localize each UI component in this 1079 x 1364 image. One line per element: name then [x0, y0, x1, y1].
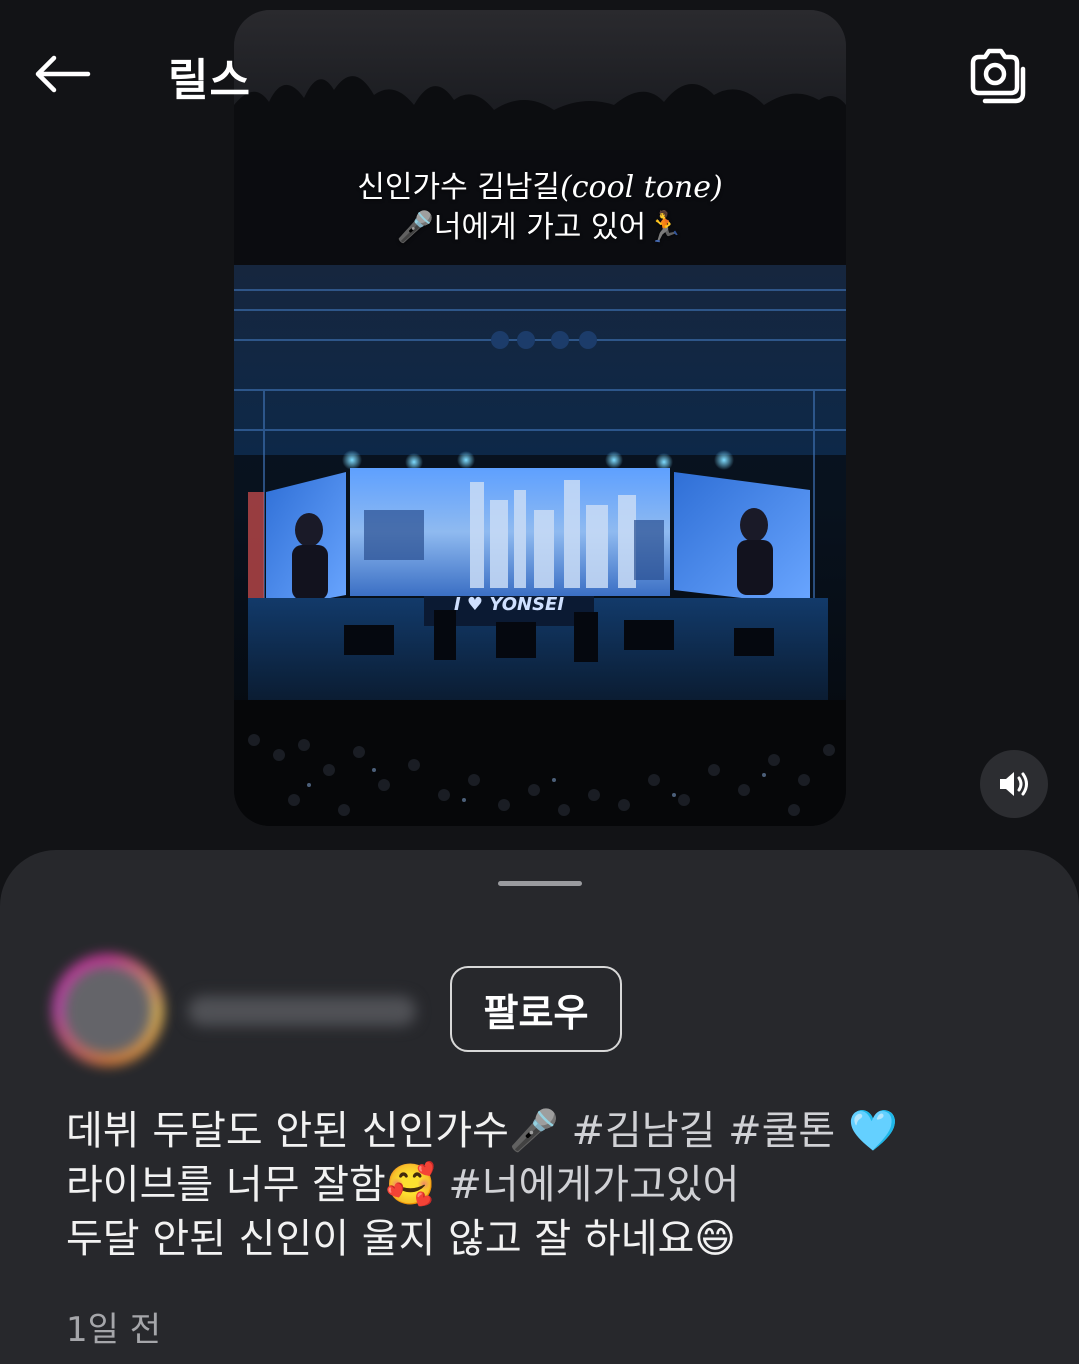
- reel-video[interactable]: I ♥ YONSEI 신인가수 김남길(cool tone) 🎤너에게 가고 있…: [234, 10, 846, 826]
- caption-line-1: 데뷔 두달도 안된 신인가수🎤 #김남길 #쿨톤 🩵: [66, 1104, 1026, 1158]
- video-caption-artist: 신인가수 김남길: [357, 170, 561, 205]
- caption-text-1: 데뷔 두달도 안된 신인가수🎤: [66, 1108, 572, 1154]
- video-caption-line2: 🎤너에게 가고 있어🏃: [234, 202, 846, 246]
- camera-icon: [970, 48, 1026, 104]
- username-blurred[interactable]: [188, 996, 416, 1026]
- runner-emoji: 🏃: [646, 210, 684, 245]
- caption-line-3: 두달 안된 신인이 울지 않고 잘 하네요😄: [66, 1216, 736, 1262]
- hashtag-cool-tone[interactable]: #쿨톤: [728, 1108, 835, 1154]
- concert-scene: I ♥ YONSEI: [234, 10, 846, 826]
- back-button[interactable]: [30, 48, 94, 100]
- light-blue-heart-emoji: 🩵: [847, 1108, 898, 1154]
- post-info-sheet: 팔로우 데뷔 두달도 안된 신인가수🎤 #김남길 #쿨톤 🩵 라이브를 너무 잘…: [0, 850, 1079, 1364]
- hashtag-kim-nam-gil[interactable]: #김남길: [571, 1108, 715, 1154]
- volume-icon: [1000, 772, 1028, 796]
- caption-line-2: 라이브를 너무 잘함🥰 #너에게가고있어: [66, 1158, 1026, 1212]
- post-timestamp: 1일 전: [66, 1310, 161, 1350]
- video-caption-song: 너에게 가고 있어: [433, 210, 647, 245]
- video-caption-line1: 신인가수 김남길(cool tone): [234, 162, 846, 206]
- caption-text-2: 라이브를 너무 잘함🥰: [66, 1162, 449, 1208]
- post-caption: 데뷔 두달도 안된 신인가수🎤 #김남길 #쿨톤 🩵 라이브를 너무 잘함🥰 #…: [66, 1104, 1026, 1266]
- camera-button[interactable]: [962, 42, 1030, 110]
- hashtag-song[interactable]: #너에게가고있어: [448, 1162, 739, 1208]
- reels-screen: I ♥ YONSEI 신인가수 김남길(cool tone) 🎤너에게 가고 있…: [0, 0, 1079, 1364]
- follow-button[interactable]: 팔로우: [450, 966, 622, 1052]
- avatar[interactable]: [52, 954, 164, 1066]
- microphone-emoji: 🎤: [396, 210, 434, 245]
- page-title: 릴스: [168, 55, 251, 106]
- sheet-drag-handle[interactable]: [498, 881, 582, 886]
- yonsei-banner: I ♥ YONSEI: [454, 594, 564, 615]
- arrow-left-icon: [35, 55, 91, 93]
- avatar-image: [64, 966, 152, 1054]
- video-caption-cool-tone: (cool tone): [560, 170, 723, 205]
- volume-button[interactable]: [980, 750, 1048, 818]
